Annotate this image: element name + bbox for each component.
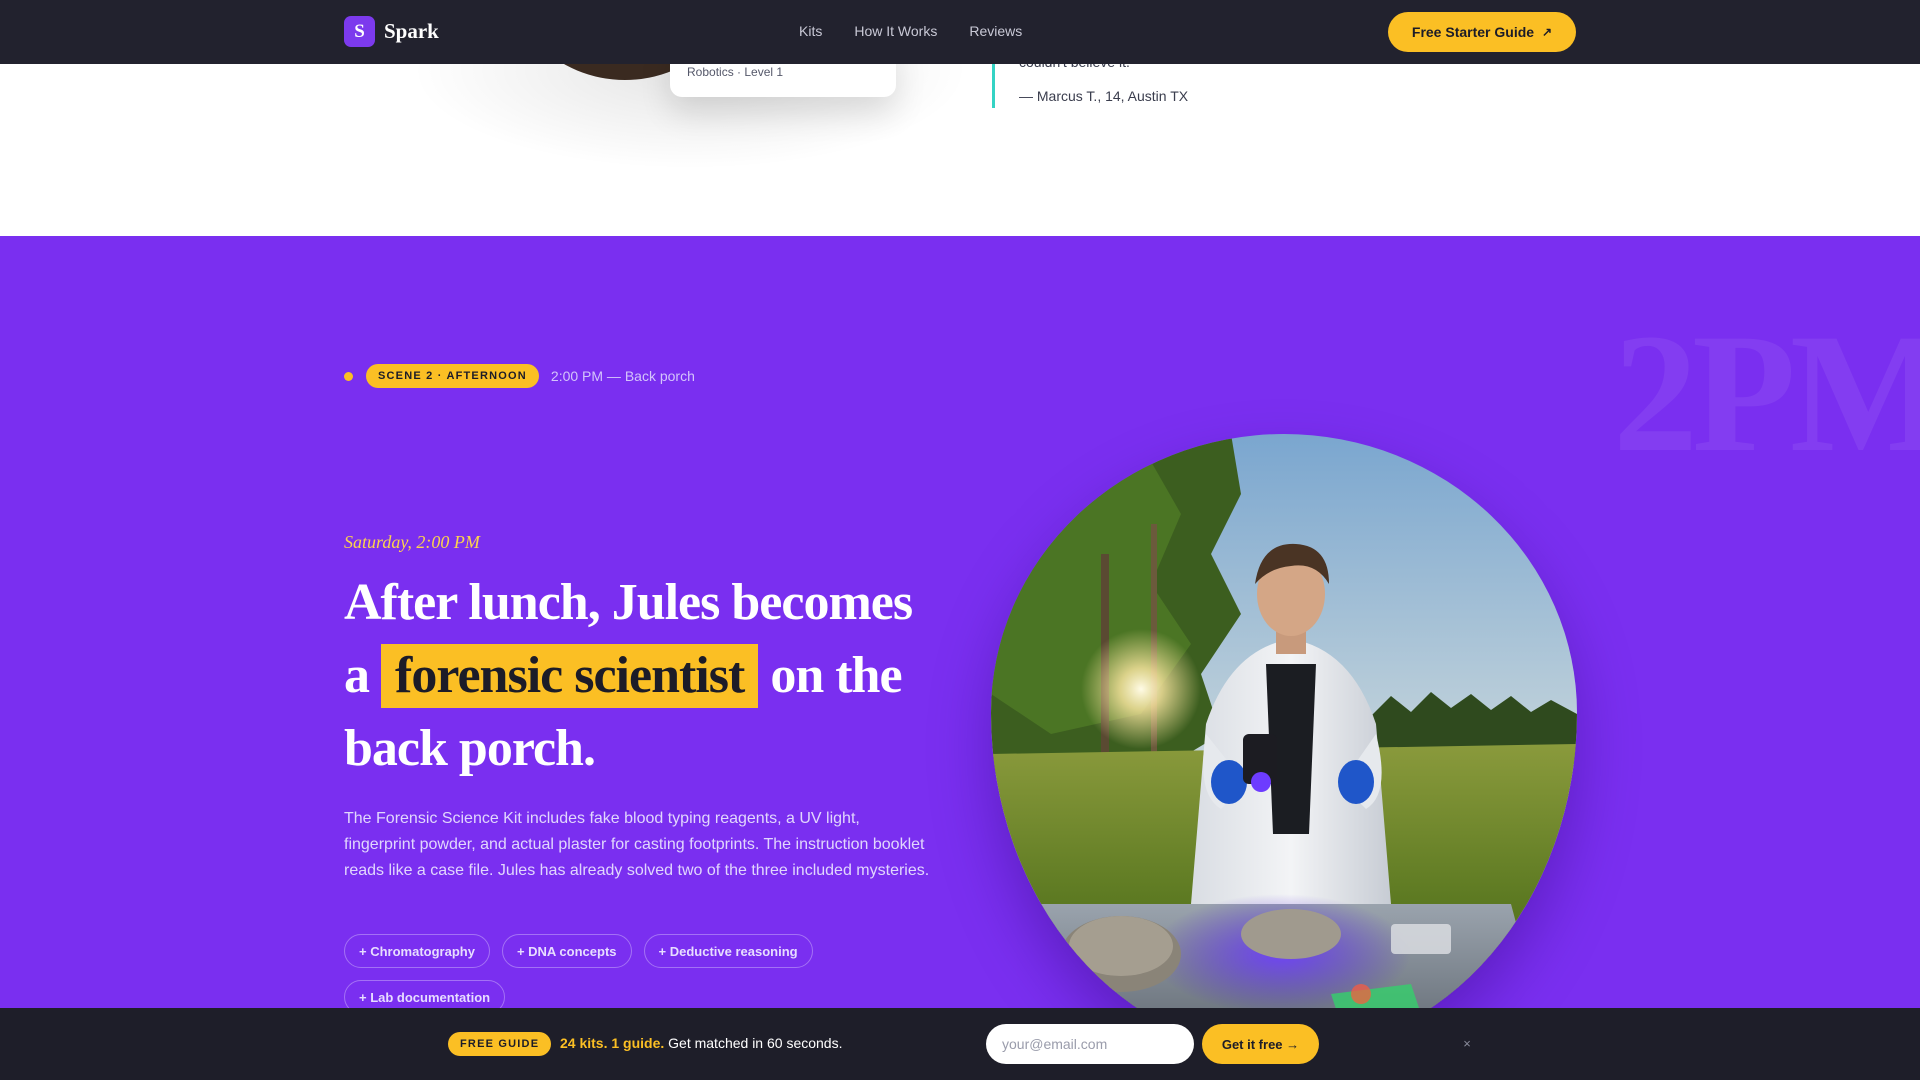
scene-2-section: 2PM SCENE 2 · AFTERNOON 2:00 PM — Back p… bbox=[0, 236, 1920, 1080]
scene-dot-icon bbox=[344, 371, 353, 381]
lead-capture-bar: FREE GUIDE 24 kits. 1 guide. Get matched… bbox=[0, 1008, 1920, 1080]
get-it-free-button[interactable]: Get it free → bbox=[1202, 1024, 1319, 1064]
top-nav: S Spark Kits How It Works Reviews Free S… bbox=[0, 0, 1920, 64]
forensic-scene-photo bbox=[991, 434, 1577, 1054]
scene-headline: After lunch, Jules becomes a forensic sc… bbox=[344, 566, 944, 785]
free-guide-badge: FREE GUIDE bbox=[448, 1032, 552, 1056]
free-starter-guide-button[interactable]: Free Starter Guide ↗ bbox=[1388, 12, 1576, 52]
scene-meta: 2:00 PM — Back porch bbox=[550, 368, 695, 384]
scene-watermark: 2PM bbox=[1613, 299, 1920, 487]
skill-chip-chromatography: + Chromatography bbox=[344, 934, 490, 968]
skill-chip-dna-concepts: + DNA concepts bbox=[501, 934, 632, 968]
headline-highlight: forensic scientist bbox=[381, 644, 759, 708]
logo-mark: S bbox=[344, 16, 375, 47]
nav-link-kits[interactable]: Kits bbox=[799, 23, 822, 39]
arrow-up-right-icon: ↗ bbox=[1542, 25, 1553, 39]
lead-text: Get matched in 60 seconds. bbox=[668, 1035, 843, 1051]
lead-highlight: 24 kits. 1 guide. bbox=[560, 1035, 665, 1051]
quote-author: — Marcus T., 14, Austin TX bbox=[1019, 88, 1189, 104]
scene-tag-row: SCENE 2 · AFTERNOON 2:00 PM — Back porch bbox=[344, 364, 695, 388]
scene-time: Saturday, 2:00 PM bbox=[344, 532, 480, 552]
close-icon[interactable]: × bbox=[1459, 1034, 1475, 1052]
scene-body: The Forensic Science Kit includes fake b… bbox=[344, 810, 930, 879]
skill-chip-deductive-reasoning: + Deductive reasoning bbox=[643, 934, 813, 968]
nav-link-reviews[interactable]: Reviews bbox=[969, 23, 1022, 39]
brand-name: Spark bbox=[384, 19, 439, 43]
skill-chips: + Chromatography + DNA concepts + Deduct… bbox=[344, 934, 864, 1014]
nav-links: Kits How It Works Reviews bbox=[799, 23, 1022, 39]
nav-link-how-it-works[interactable]: How It Works bbox=[854, 23, 937, 39]
kit-card-meta: Robotics · Level 1 bbox=[687, 65, 784, 79]
scene-badge: SCENE 2 · AFTERNOON bbox=[366, 364, 539, 388]
free-starter-guide-label: Free Starter Guide bbox=[1411, 24, 1535, 40]
photo-illustration bbox=[991, 434, 1577, 1054]
email-input[interactable] bbox=[986, 1024, 1194, 1064]
logo[interactable]: S Spark bbox=[344, 16, 439, 47]
lead-copy: 24 kits. 1 guide. Get matched in 60 seco… bbox=[560, 1035, 842, 1051]
